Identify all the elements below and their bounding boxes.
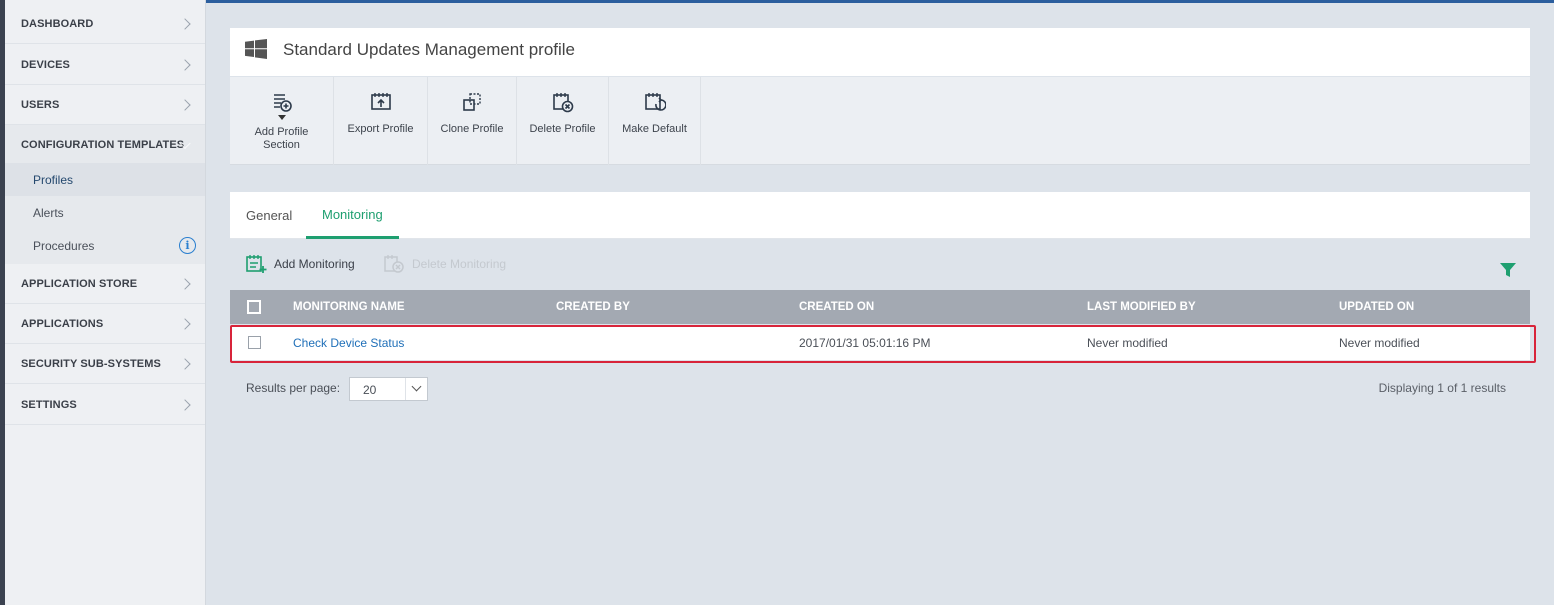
chevron-right-icon [179,98,191,111]
created-on-cell: 2017/01/31 05:01:16 PM [799,336,931,350]
chevron-right-icon [179,357,191,370]
add-section-icon [273,94,292,112]
monitoring-name-link[interactable]: Check Device Status [293,326,404,360]
sidebar-subitem-procedures[interactable]: Procedures i [5,229,205,262]
chevron-right-icon [179,277,191,290]
page-title: Standard Updates Management profile [283,40,576,59]
results-per-page-select[interactable]: 20 [349,377,428,401]
delete-profile-label: Delete Profile [529,123,596,135]
top-accent-bar [206,0,1554,3]
make-default-button[interactable]: Make Default [609,77,701,165]
chevron-right-icon [179,58,191,71]
chevron-right-icon [179,17,191,30]
add-monitoring-label: Add Monitoring [274,257,355,271]
updated-on-cell: Never modified [1339,336,1420,350]
add-profile-section-label-line1: Add Profile [254,126,309,138]
clone-profile-button[interactable]: Clone Profile [428,77,517,165]
sidebar-item-label: DASHBOARD [21,17,94,30]
add-monitoring-icon [246,255,267,273]
add-monitoring-button[interactable]: Add Monitoring [246,254,355,274]
row-checkbox[interactable] [248,336,261,349]
export-profile-label: Export Profile [347,123,414,135]
results-per-page-label: Results per page: [246,381,341,395]
export-icon [370,93,391,110]
sidebar-subitem-alerts[interactable]: Alerts [5,196,205,229]
sidebar-item-label: USERS [21,98,60,111]
column-header-created-on[interactable]: CREATED ON [799,290,874,324]
profile-toolbar: Add Profile Section Export Profile Clone… [230,77,1530,165]
tab-label: Monitoring [322,206,383,222]
sidebar-subitem-profiles[interactable]: Profiles [5,163,205,196]
profile-header: Standard Updates Management profile [230,28,1530,76]
tab-label: General [246,208,293,223]
column-header-updated-on[interactable]: UPDATED ON [1339,290,1414,324]
sidebar-subitem-label: Procedures [33,238,95,253]
sidebar-item-application-store[interactable]: APPLICATION STORE [5,264,205,304]
add-profile-section-button[interactable]: Add Profile Section [230,77,334,165]
make-default-label: Make Default [622,123,687,135]
clone-icon [463,93,481,111]
sidebar-item-settings[interactable]: SETTINGS [5,385,205,425]
tab-monitoring[interactable]: Monitoring [306,192,399,239]
column-header-created-by[interactable]: CREATED BY [556,290,630,324]
tab-general[interactable]: General [246,192,292,239]
delete-monitoring-label: Delete Monitoring [412,257,507,271]
last-modified-by-cell: Never modified [1087,336,1168,350]
windows-logo-icon [245,39,267,59]
sidebar-item-devices[interactable]: DEVICES [5,45,205,85]
sidebar-item-label: DEVICES [21,58,70,71]
clone-profile-label: Clone Profile [440,123,504,135]
sidebar-item-label: APPLICATION STORE [21,277,138,290]
sidebar: DASHBOARD DEVICES USERS CONFIGURATION TE… [5,0,206,605]
delete-monitoring-button[interactable]: Delete Monitoring [384,254,506,274]
sidebar-item-label: CONFIGURATION TEMPLATES [21,139,185,151]
sidebar-item-label: APPLICATIONS [21,317,104,330]
chevron-down-icon [405,378,427,400]
sidebar-subitem-label: Profiles [33,172,74,187]
info-icon[interactable]: i [179,237,196,254]
results-per-page-value: 20 [363,383,377,397]
delete-monitoring-icon [384,255,404,273]
sidebar-item-dashboard[interactable]: DASHBOARD [5,4,205,44]
sidebar-item-label: SETTINGS [21,398,77,411]
sidebar-item-users[interactable]: USERS [5,85,205,125]
chevron-right-icon [179,317,191,330]
add-profile-section-label-line2: Section [263,139,300,151]
tab-bar: General Monitoring [230,192,1530,239]
delete-icon [552,93,573,113]
sidebar-item-applications[interactable]: APPLICATIONS [5,304,205,344]
table-header: MONITORING NAME CREATED BY CREATED ON LA… [230,290,1530,324]
table-row: Check Device Status 2017/01/31 05:01:16 … [230,326,1530,360]
select-all-checkbox[interactable] [247,300,261,314]
sidebar-subitem-label: Alerts [33,205,64,220]
sidebar-submenu: Profiles Alerts Procedures i [5,163,205,264]
sidebar-item-security-sub-systems[interactable]: SECURITY SUB-SYSTEMS [5,344,205,384]
chevron-right-icon [179,398,191,411]
sidebar-item-label: SECURITY SUB-SYSTEMS [21,357,161,370]
results-count: Displaying 1 of 1 results [1378,381,1506,395]
export-profile-button[interactable]: Export Profile [334,77,428,165]
filter-icon[interactable] [1499,261,1517,279]
column-header-last-modified-by[interactable]: LAST MODIFIED BY [1087,290,1196,324]
dropdown-caret-icon [277,115,286,120]
sidebar-item-configuration-templates[interactable]: CONFIGURATION TEMPLATES [5,125,205,165]
make-default-icon [644,93,666,111]
column-header-monitoring-name[interactable]: MONITORING NAME [293,290,405,324]
delete-profile-button[interactable]: Delete Profile [517,77,609,165]
